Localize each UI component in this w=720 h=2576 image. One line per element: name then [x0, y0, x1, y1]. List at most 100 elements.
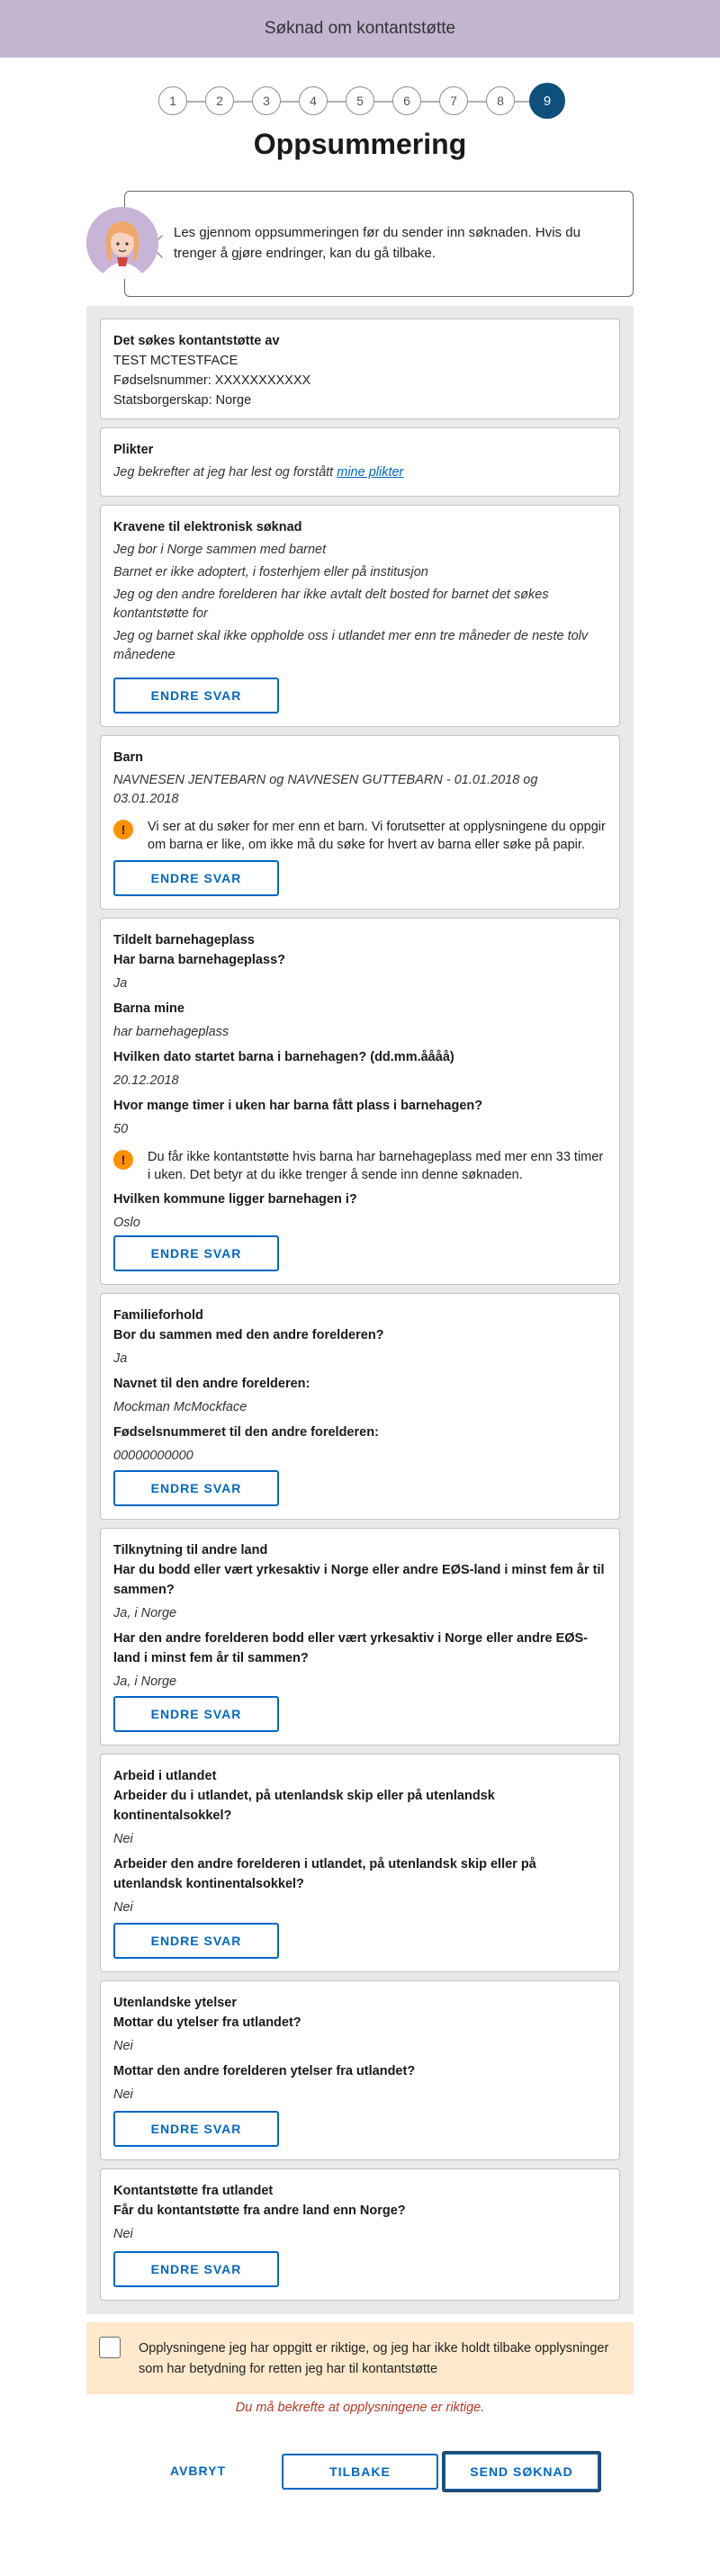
question: Navnet til den andre forelderen:	[113, 1377, 310, 1391]
step-4[interactable]: 4	[299, 86, 328, 115]
children-alert: ! Vi ser at du søker for mer enn et barn…	[113, 818, 607, 854]
answer: Ja, i Norge	[113, 1674, 177, 1689]
question: Mottar den andre forelderen ytelser fra …	[113, 2064, 416, 2078]
step-8[interactable]: 8	[486, 86, 515, 115]
veileder-avatar-icon	[86, 207, 158, 279]
answer: Ja, i Norge	[113, 1606, 177, 1620]
card-work-abroad: Arbeid i utlandet Arbeider du i utlandet…	[100, 1754, 620, 1972]
question: Hvilken kommune ligger barnehagen i?	[113, 1192, 357, 1207]
question: Arbeider den andre forelderen i utlandet…	[113, 1857, 536, 1891]
edit-family-button[interactable]: ENDRE SVAR	[113, 1470, 279, 1506]
card-family: Familieforhold Bor du sammen med den and…	[100, 1293, 620, 1520]
card-title: Familieforhold	[113, 1308, 203, 1323]
guide-text: Les gjennom oppsummeringen før du sender…	[174, 225, 580, 261]
guide-bubble: Les gjennom oppsummeringen før du sender…	[124, 191, 634, 297]
duties-link[interactable]: mine plikter	[337, 465, 403, 480]
answer: Nei	[113, 2227, 133, 2241]
answer: Nei	[113, 2087, 133, 2102]
card-title: Tildelt barnehageplass	[113, 933, 255, 947]
step-6[interactable]: 6	[392, 86, 421, 115]
card-duties: Plikter Jeg bekrefter at jeg har lest og…	[100, 427, 620, 497]
edit-ties-button[interactable]: ENDRE SVAR	[113, 1696, 279, 1732]
card-kindergarten: Tildelt barnehageplass Har barna barneha…	[100, 918, 620, 1285]
app-title: Søknad om kontantstøtte	[264, 19, 456, 38]
alert-text: Vi ser at du søker for mer enn et barn. …	[148, 820, 606, 852]
card-children: Barn NAVNESEN JENTEBARN og NAVNESEN GUTT…	[100, 735, 620, 910]
card-title: Kravene til elektronisk søknad	[113, 520, 302, 534]
answer: 50	[113, 1122, 129, 1136]
card-title: Tilknytning til andre land	[113, 1543, 268, 1557]
send-application-button[interactable]: SEND SØKNAD	[442, 2451, 601, 2492]
answer: Nei	[113, 1900, 133, 1915]
card-title: Kontantstøtte fra utlandet	[113, 2184, 274, 2198]
applicant-name: TEST MCTESTFACE	[113, 354, 238, 368]
question: Får du kontantstøtte fra andre land enn …	[113, 2204, 406, 2218]
edit-kindergarten-button[interactable]: ENDRE SVAR	[113, 1235, 279, 1271]
edit-children-button[interactable]: ENDRE SVAR	[113, 860, 279, 896]
card-title: Det søkes kontantstøtte av	[113, 334, 280, 348]
step-5[interactable]: 5	[346, 86, 374, 115]
question: Har du bodd eller vært yrkesaktiv i Norg…	[113, 1563, 605, 1597]
back-button[interactable]: TILBAKE	[282, 2454, 438, 2490]
duties-text: Jeg bekrefter at jeg har lest og forståt…	[113, 463, 607, 482]
warning-icon: !	[113, 1150, 133, 1170]
question: Har den andre forelderen bodd eller vært…	[113, 1631, 589, 1665]
error-message: Du må bekrefte at opplysningene er rikti…	[235, 2401, 485, 2415]
applicant-citizenship: Statsborgerskap: Norge	[113, 393, 252, 408]
confirm-label[interactable]: Opplysningene jeg har oppgitt er riktige…	[139, 2341, 608, 2376]
answer: Ja	[113, 1351, 128, 1366]
requirement-item: Jeg og den andre forelderen har ikke avt…	[113, 588, 549, 621]
card-foreign-benefits: Utenlandske ytelser Mottar du ytelser fr…	[100, 1980, 620, 2160]
applicant-ssn: Fødselsnummer: XXXXXXXXXXX	[113, 373, 311, 388]
duties-statement: Jeg bekrefter at jeg har lest og forståt…	[113, 465, 338, 480]
app-header: Søknad om kontantstøtte	[0, 0, 720, 58]
answer: 20.12.2018	[113, 1073, 179, 1088]
answer: Ja	[113, 976, 128, 991]
question: Hvilken dato startet barna i barnehagen?…	[113, 1050, 454, 1064]
requirement-item: Jeg bor i Norge sammen med barnet	[113, 543, 327, 557]
edit-foreign-support-button[interactable]: ENDRE SVAR	[113, 2251, 279, 2287]
question: Har barna barnehageplass?	[113, 953, 285, 967]
answer: Nei	[113, 1832, 133, 1846]
step-2[interactable]: 2	[205, 86, 234, 115]
question: Arbeider du i utlandet, på utenlandsk sk…	[113, 1789, 495, 1823]
warning-icon: !	[113, 820, 133, 839]
requirement-item: Jeg og barnet skal ikke oppholde oss i u…	[113, 629, 589, 662]
edit-work-abroad-button[interactable]: ENDRE SVAR	[113, 1923, 279, 1959]
answer: har barnehageplass	[113, 1025, 230, 1039]
question: Bor du sammen med den andre forelderen?	[113, 1328, 384, 1342]
answer: Oslo	[113, 1216, 140, 1230]
action-bar: AVBRYT TILBAKE SEND SØKNAD	[0, 2449, 720, 2492]
question: Hvor mange timer i uken har barna fått p…	[113, 1099, 483, 1113]
progress-stepper: 1 2 3 4 5 6 7 8 9	[0, 83, 720, 119]
edit-requirements-button[interactable]: ENDRE SVAR	[113, 678, 279, 714]
card-title: Utenlandske ytelser	[113, 1996, 238, 2010]
step-7[interactable]: 7	[439, 86, 468, 115]
answer: Mockman McMockface	[113, 1400, 248, 1414]
kindergarten-alert: ! Du får ikke kontantstøtte hvis barna h…	[113, 1148, 607, 1184]
guide-panel: Les gjennom oppsummeringen før du sender…	[86, 191, 634, 297]
question: Barna mine	[113, 1001, 184, 1016]
question: Mottar du ytelser fra utlandet?	[113, 2015, 302, 2030]
confirm-checkbox[interactable]	[99, 2337, 121, 2358]
card-applicant: Det søkes kontantstøtte av TEST MCTESTFA…	[100, 319, 620, 419]
alert-text: Du får ikke kontantstøtte hvis barna har…	[148, 1150, 604, 1182]
step-1[interactable]: 1	[158, 86, 187, 115]
card-requirements: Kravene til elektronisk søknad Jeg bor i…	[100, 505, 620, 727]
card-title: Arbeid i utlandet	[113, 1769, 217, 1783]
step-9-current: 9	[529, 83, 565, 119]
children-list: NAVNESEN JENTEBARN og NAVNESEN GUTTEBARN…	[113, 773, 538, 806]
cancel-button[interactable]: AVBRYT	[151, 2458, 245, 2483]
card-foreign-support: Kontantstøtte fra utlandet Får du kontan…	[100, 2168, 620, 2301]
edit-foreign-benefits-button[interactable]: ENDRE SVAR	[113, 2111, 279, 2147]
step-3[interactable]: 3	[252, 86, 281, 115]
requirement-item: Barnet er ikke adoptert, i fosterhjem el…	[113, 565, 428, 579]
page-title: Oppsummering	[253, 128, 467, 160]
confirm-panel: Opplysningene jeg har oppgitt er riktige…	[86, 2322, 634, 2394]
answer: Nei	[113, 2039, 133, 2053]
card-title: Plikter	[113, 443, 154, 457]
card-ties: Tilknytning til andre land Har du bodd e…	[100, 1528, 620, 1746]
card-title: Barn	[113, 750, 144, 765]
answer: 00000000000	[113, 1449, 194, 1463]
summary-panel: Det søkes kontantstøtte av TEST MCTESTFA…	[86, 306, 634, 2314]
